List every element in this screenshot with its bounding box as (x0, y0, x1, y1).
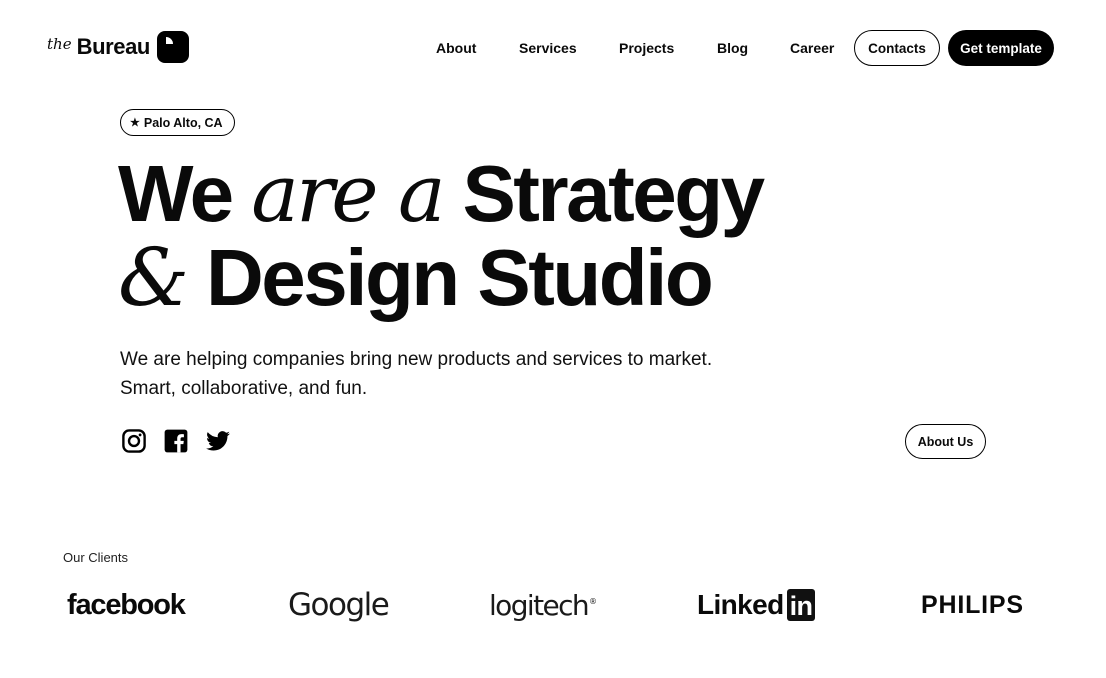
headline-ampersand: & (118, 231, 189, 324)
headline-words-design-studio: Design Studio (205, 233, 714, 322)
logo-name: Bureau (76, 34, 151, 59)
headline-line-1: We are a Strategy (118, 152, 838, 236)
headline-word-strategy: Strategy (462, 149, 765, 238)
nav-blog[interactable]: Blog (717, 31, 748, 65)
star-icon: ★ (130, 117, 140, 129)
location-text: Palo Alto, CA (143, 115, 223, 130)
get-template-button[interactable]: Get template (948, 30, 1054, 66)
contacts-button[interactable]: Contacts (854, 30, 940, 66)
twitter-icon[interactable] (205, 428, 231, 454)
hero-subtext-line-2: Smart, collaborative, and fun. (120, 378, 368, 399)
logitech-wordmark: logitech (489, 588, 590, 622)
about-us-button[interactable]: About Us (905, 424, 986, 459)
facebook-icon[interactable] (163, 428, 189, 454)
headline-line-2: & Design Studio (118, 236, 838, 320)
client-logo-philips: PHILIPS (921, 585, 1024, 625)
instagram-icon[interactable] (121, 428, 147, 454)
hero-subtext: We are helping companies bring new produ… (120, 345, 820, 403)
client-logo-facebook: facebook (67, 585, 186, 625)
nav-projects[interactable]: Projects (619, 31, 674, 65)
client-logo-logitech: logitech ® (489, 585, 597, 625)
brand-logo[interactable]: the Bureau (47, 30, 189, 64)
social-links (121, 428, 231, 454)
linkedin-wordmark: Linked (697, 589, 784, 620)
location-badge: ★ Palo Alto, CA (120, 109, 235, 136)
client-logo-google: Google (288, 585, 390, 625)
registered-mark-icon: ® (589, 596, 598, 606)
linkedin-in-box: in (786, 589, 816, 621)
nav-services[interactable]: Services (519, 31, 577, 65)
logo-prefix: the (47, 35, 72, 53)
nav-career[interactable]: Career (790, 31, 834, 65)
nav-about[interactable]: About (436, 31, 476, 65)
clients-label: Our Clients (63, 550, 129, 565)
hero-headline: We are a Strategy & Design Studio (118, 152, 838, 320)
client-logo-linkedin: Linked in (697, 585, 816, 625)
hero-subtext-line-1: We are helping companies bring new produ… (120, 349, 713, 370)
facebook-wordmark: facebook (67, 588, 186, 621)
headline-word-we: We (118, 149, 234, 238)
google-wordmark: Google (288, 587, 390, 623)
headline-words-are-a: are a (251, 147, 445, 240)
philips-wordmark: PHILIPS (921, 590, 1024, 619)
logo-mark-icon (156, 31, 189, 63)
